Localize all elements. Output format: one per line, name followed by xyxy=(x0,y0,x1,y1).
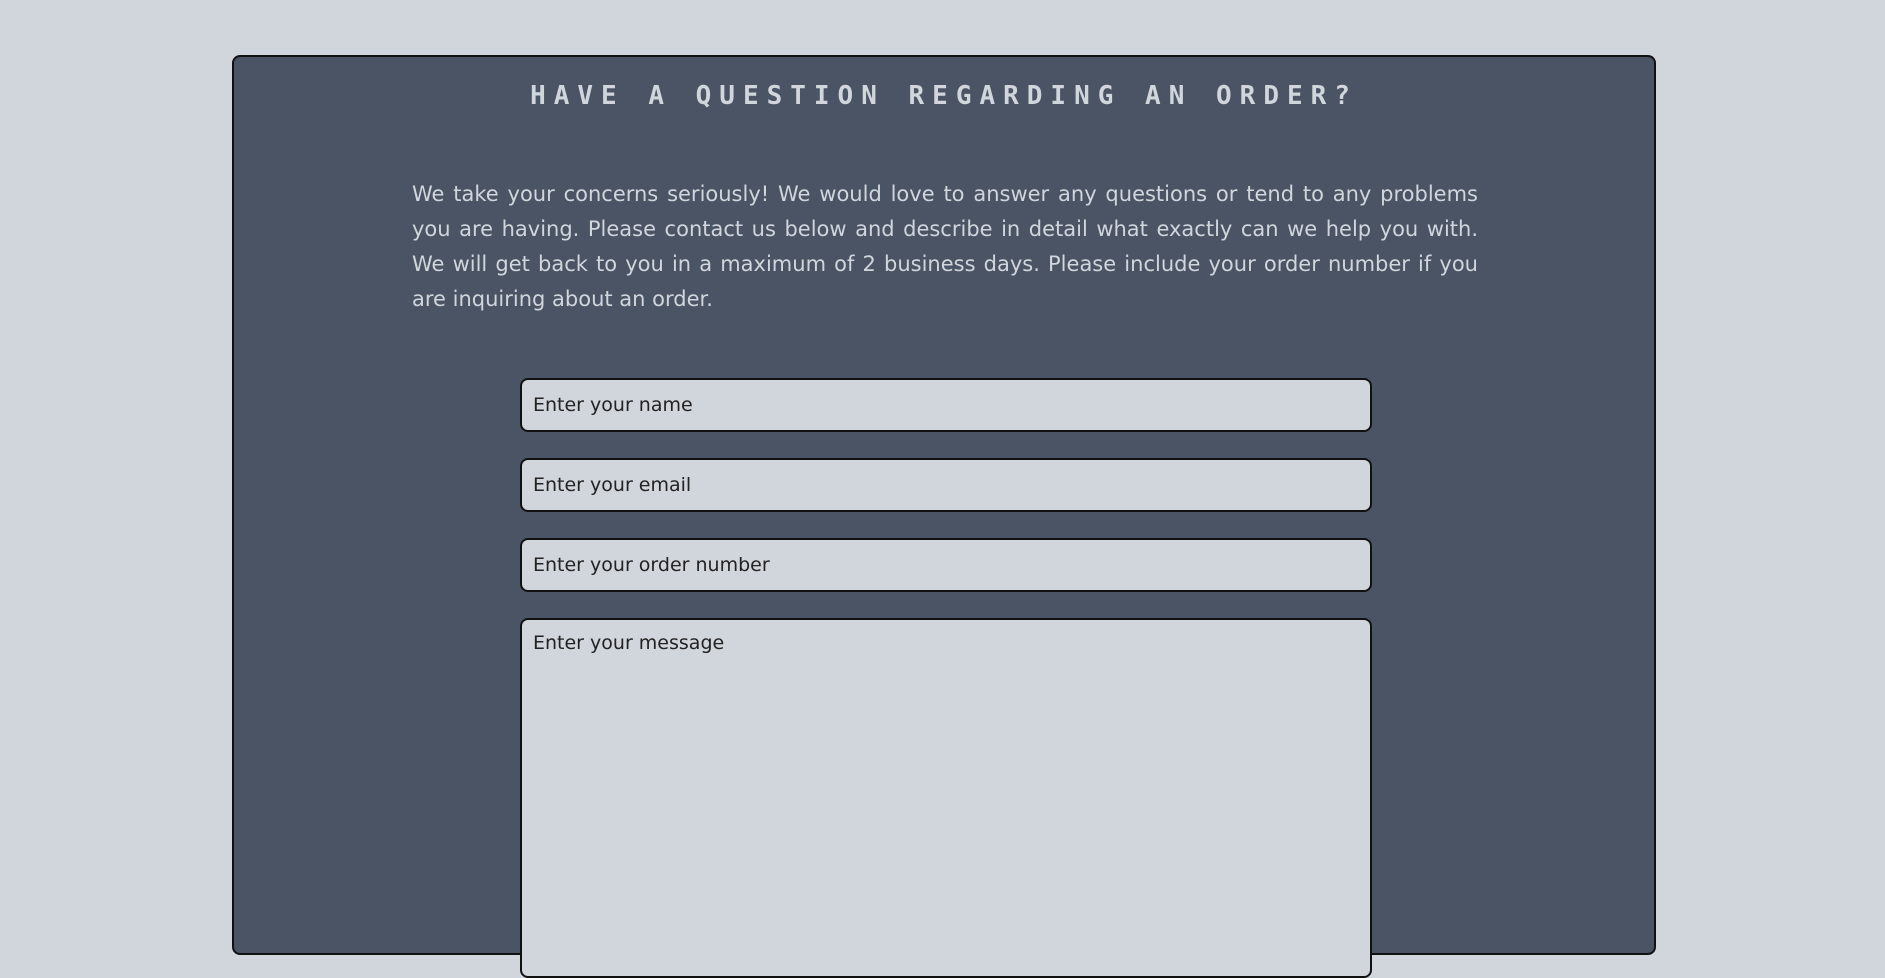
email-input[interactable] xyxy=(520,458,1372,512)
intro-paragraph: We take your concerns seriously! We woul… xyxy=(412,182,1478,311)
name-input[interactable] xyxy=(520,378,1372,432)
page-title: Have a question regarding an order? xyxy=(530,81,1358,111)
message-textarea[interactable] xyxy=(520,618,1372,978)
contact-card: Have a question regarding an order? We t… xyxy=(232,55,1656,978)
order-number-input[interactable] xyxy=(520,538,1372,592)
